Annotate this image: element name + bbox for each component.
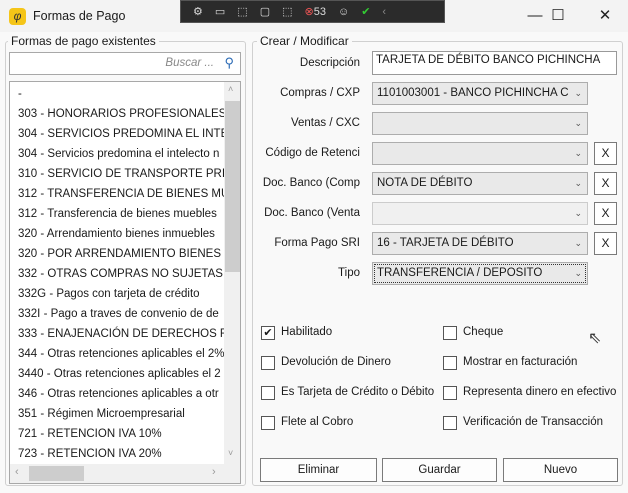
clear-field-button[interactable]: X <box>594 232 617 255</box>
field-combobox[interactable]: TRANSFERENCIA / DEPOSITO ⌄ <box>372 262 588 285</box>
scroll-down-icon[interactable]: ˅ <box>228 448 233 458</box>
search-icon[interactable]: ⚲ <box>224 55 234 71</box>
check-icon[interactable]: ✔ <box>361 5 370 18</box>
scroll-left-icon[interactable]: ‹ <box>15 466 19 478</box>
list-item[interactable]: 344 - Otras retenciones aplicables el 2% <box>18 344 224 364</box>
list-item[interactable]: 332 - OTRAS COMPRAS NO SUJETAS A <box>18 264 233 284</box>
chevron-down-icon: ⌄ <box>574 238 582 248</box>
scroll-thumb[interactable] <box>225 101 240 272</box>
payment-methods-list[interactable]: -303 - HONORARIOS PROFESIONALES Y 304 - S… <box>9 81 241 484</box>
list-item[interactable]: 332I - Pago a traves de convenio de de <box>18 304 219 324</box>
field-label: Ventas / CXC <box>290 117 360 129</box>
list-item[interactable]: 312 - TRANSFERENCIA DE BIENES MUE <box>18 184 237 204</box>
list-item[interactable]: 312 - Transferencia de bienes muebles <box>18 204 217 224</box>
list-item[interactable]: 320 - Arrendamiento bienes inmuebles <box>18 224 215 244</box>
scroll-up-icon[interactable]: ˄ <box>228 84 233 94</box>
clear-field-button[interactable]: X <box>594 172 617 195</box>
field-label: Doc. Banco (Venta <box>264 207 360 219</box>
edit-group-label: Crear / Modificar <box>257 34 352 48</box>
field-combobox[interactable]: ⌄ <box>372 202 588 225</box>
list-item[interactable]: 310 - SERVICIO DE TRANSPORTE PRIVA <box>18 164 240 184</box>
accessibility-icon[interactable]: ☺ <box>338 6 349 18</box>
combo-value: 1101003001 - BANCO PICHINCHA C <box>377 87 569 99</box>
collapse-icon[interactable]: ‹ <box>382 6 386 18</box>
list-item[interactable]: 303 - HONORARIOS PROFESIONALES Y <box>18 104 237 124</box>
field-combobox[interactable]: ⌄ <box>372 142 588 165</box>
checkbox-label[interactable]: Devolución de Dinero <box>281 356 391 368</box>
field-combobox[interactable]: NOTA DE DÉBITO ⌄ <box>372 172 588 195</box>
field-label: Tipo <box>338 267 360 279</box>
horizontal-scrollbar[interactable]: ‹ › <box>10 464 240 483</box>
clear-field-button[interactable]: X <box>594 202 617 225</box>
checkbox[interactable] <box>261 416 275 430</box>
descripcion-label: Descripción <box>299 57 360 69</box>
chevron-down-icon: ⌄ <box>574 148 582 158</box>
chevron-down-icon: ⌄ <box>574 268 582 278</box>
list-item[interactable]: 304 - Servicios predomina el intelecto n <box>18 144 219 164</box>
track-focus-icon[interactable]: ⬚ <box>282 5 292 18</box>
debug-toolbar: ⚙ ▭ ⬚ ▢ ⬚ ⊗53 ☺ ✔ ‹ <box>180 0 445 23</box>
app-icon: φ <box>9 8 26 25</box>
list-item[interactable]: 333 - ENAJENACIÓN DE DERECHOS RE <box>18 324 236 344</box>
vertical-scrollbar[interactable]: ˄ ˅ <box>224 82 240 464</box>
layout-icon[interactable]: ▢ <box>260 5 270 18</box>
close-button[interactable]: ✕ <box>582 0 628 32</box>
list-item[interactable]: 723 - RETENCION IVA 20% <box>18 444 162 464</box>
combo-value: 16 - TARJETA DE DÉBITO <box>377 237 514 249</box>
search-placeholder: Buscar ... <box>165 57 214 69</box>
checkbox-label[interactable]: Verificación de Transacción <box>463 416 603 428</box>
chevron-down-icon: ⌄ <box>574 118 582 128</box>
checkbox[interactable]: ✔ <box>261 326 275 340</box>
field-label: Forma Pago SRI <box>274 237 360 249</box>
checkbox-label[interactable]: Cheque <box>463 326 503 338</box>
field-label: Compras / CXP <box>280 87 360 99</box>
list-item[interactable]: 351 - Régimen Microempresarial <box>18 404 185 424</box>
mouse-cursor-icon: ⇖ <box>588 330 602 347</box>
field-label: Código de Retenci <box>265 147 360 159</box>
list-item[interactable]: 3440 - Otras retenciones aplicables el 2 <box>18 364 221 384</box>
existing-group-label: Formas de pago existentes <box>8 34 159 48</box>
record-icon[interactable]: ▭ <box>215 5 225 18</box>
field-combobox[interactable]: 1101003001 - BANCO PICHINCHA C ⌄ <box>372 82 588 105</box>
scroll-right-icon[interactable]: › <box>212 466 216 478</box>
checkbox[interactable] <box>443 416 457 430</box>
list-item[interactable]: 320 - POR ARRENDAMIENTO BIENES IN <box>18 244 236 264</box>
descripcion-input[interactable]: TARJETA DE DÉBITO BANCO PICHINCHA <box>372 51 617 75</box>
field-combobox[interactable]: ⌄ <box>372 112 588 135</box>
checkbox-label[interactable]: Mostrar en facturación <box>463 356 577 368</box>
list-item[interactable]: 721 - RETENCION IVA 10% <box>18 424 162 444</box>
checkbox[interactable] <box>443 356 457 370</box>
checkbox-label[interactable]: Flete al Cobro <box>281 416 353 428</box>
checkbox[interactable] <box>443 386 457 400</box>
search-input[interactable]: Buscar ... ⚲ <box>9 52 241 75</box>
list-item[interactable]: 304 - SERVICIOS PREDOMINA EL INTEL <box>18 124 235 144</box>
checkbox-label[interactable]: Representa dinero en efectivo <box>463 386 616 398</box>
clear-field-button[interactable]: X <box>594 142 617 165</box>
chevron-down-icon: ⌄ <box>574 88 582 98</box>
list-item[interactable]: 332G - Pagos con tarjeta de crédito <box>18 284 200 304</box>
guardar-button[interactable]: Guardar <box>382 458 497 482</box>
checkbox[interactable] <box>261 386 275 400</box>
list-item[interactable]: - <box>18 84 22 104</box>
combo-value: TRANSFERENCIA / DEPOSITO <box>377 267 543 279</box>
chevron-down-icon: ⌄ <box>574 208 582 218</box>
live-tree-icon[interactable]: ⚙ <box>193 5 203 18</box>
field-combobox[interactable]: 16 - TARJETA DE DÉBITO ⌄ <box>372 232 588 255</box>
checkbox-label[interactable]: Es Tarjeta de Crédito o Débito <box>281 386 434 398</box>
checkbox[interactable] <box>261 356 275 370</box>
combo-value: NOTA DE DÉBITO <box>377 177 473 189</box>
window-title: Formas de Pago <box>33 9 126 23</box>
checkbox[interactable] <box>443 326 457 340</box>
list-item[interactable]: 346 - Otras retenciones aplicables a otr <box>18 384 219 404</box>
error-count: 53 <box>313 6 326 18</box>
maximize-button[interactable]: ☐ <box>535 0 581 32</box>
hscroll-thumb[interactable] <box>29 466 84 481</box>
binding-errors-icon[interactable]: ⊗53 <box>305 5 326 18</box>
field-label: Doc. Banco (Comp <box>262 177 360 189</box>
chevron-down-icon: ⌄ <box>574 178 582 188</box>
checkbox-label[interactable]: Habilitado <box>281 326 332 338</box>
nuevo-button[interactable]: Nuevo <box>503 458 618 482</box>
select-element-icon[interactable]: ⬚ <box>237 5 247 18</box>
eliminar-button[interactable]: Eliminar <box>260 458 377 482</box>
